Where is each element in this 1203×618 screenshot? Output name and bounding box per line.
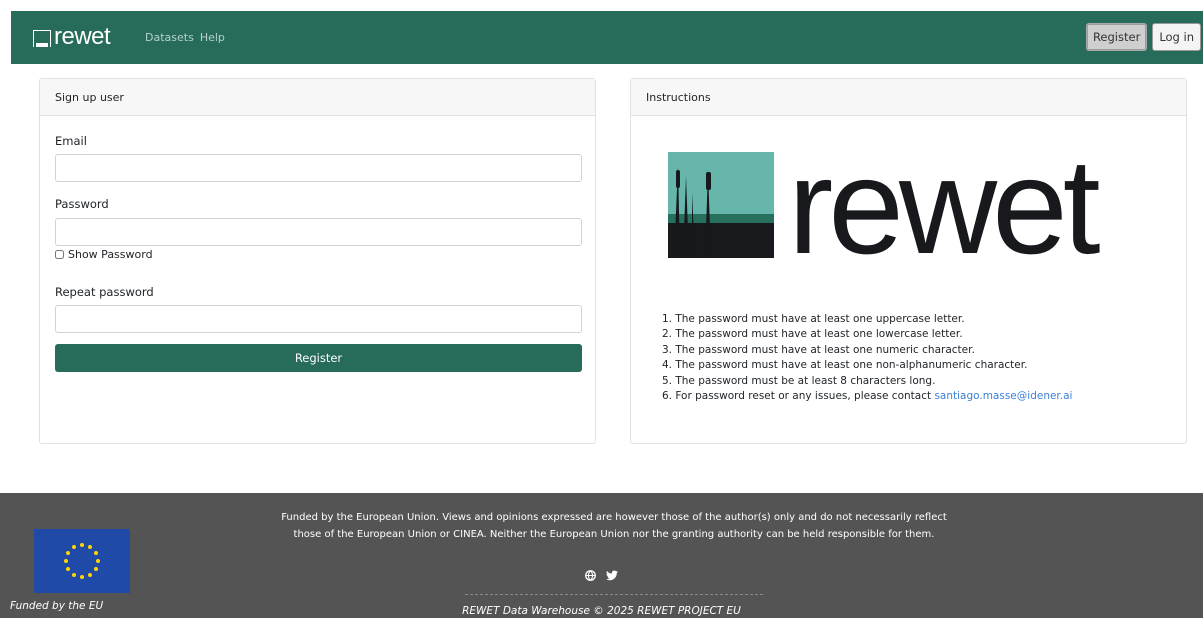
nav-link-datasets[interactable]: Datasets (145, 31, 194, 44)
social-links (0, 569, 1203, 584)
rewet-logo: rewet (668, 138, 1152, 274)
nav-register-button[interactable]: Register (1085, 23, 1148, 51)
repeat-password-field[interactable] (55, 305, 582, 333)
show-password-checkbox[interactable] (55, 250, 64, 259)
wetland-logo-icon (668, 152, 774, 258)
auth-buttons: Register Log in (1085, 23, 1201, 51)
signup-card: Sign up user Email Password Show Passwor… (39, 78, 596, 444)
instructions-card: Instructions rewet 1. The password must … (630, 78, 1187, 444)
password-label: Password (55, 197, 109, 211)
rewet-logo-icon (33, 29, 51, 47)
funding-disclaimer: Funded by the European Union. Views and … (281, 512, 947, 540)
list-item: 3. The password must have at least one n… (662, 343, 975, 356)
nav-login-button[interactable]: Log in (1152, 23, 1201, 51)
list-item: 2. The password must have at least one l… (662, 328, 963, 341)
instructions-card-title: Instructions (631, 79, 1186, 116)
footer-divider (465, 594, 763, 595)
email-label: Email (55, 134, 87, 148)
show-password-label: Show Password (68, 248, 153, 261)
list-item: 1. The password must have at least one u… (662, 313, 965, 325)
copyright-text: REWET Data Warehouse © 2025 REWET PROJEC… (462, 605, 741, 617)
site-footer: Funded by the EU Funded by the European … (0, 493, 1203, 618)
main-nav: Datasets Help (145, 31, 225, 44)
show-password-toggle[interactable]: Show Password (55, 248, 153, 261)
contact-email-link[interactable]: santiago.masse@idener.ai (934, 390, 1072, 402)
nav-link-help[interactable]: Help (200, 31, 225, 44)
contact-text: 6. For password reset or any issues, ple… (662, 390, 935, 403)
top-navbar: rewet Datasets Help Register Log in (11, 11, 1203, 64)
list-item: 6. For password reset or any issues, ple… (662, 389, 1072, 404)
rewet-logo-wordmark: rewet (788, 130, 1101, 282)
password-rules-list: 1. The password must have at least one u… (662, 312, 1072, 404)
list-item: 5. The password must be at least 8 chara… (662, 374, 936, 387)
repeat-password-label: Repeat password (55, 285, 154, 299)
brand-logo-link[interactable]: rewet (33, 22, 111, 52)
globe-icon[interactable] (585, 569, 596, 584)
brand-name: rewet (54, 23, 111, 50)
email-field[interactable] (55, 154, 582, 182)
signup-card-title: Sign up user (40, 79, 595, 116)
twitter-icon[interactable] (605, 569, 618, 584)
list-item: 4. The password must have at least one n… (662, 359, 1028, 372)
password-field[interactable] (55, 218, 582, 246)
register-submit-button[interactable]: Register (55, 344, 582, 372)
